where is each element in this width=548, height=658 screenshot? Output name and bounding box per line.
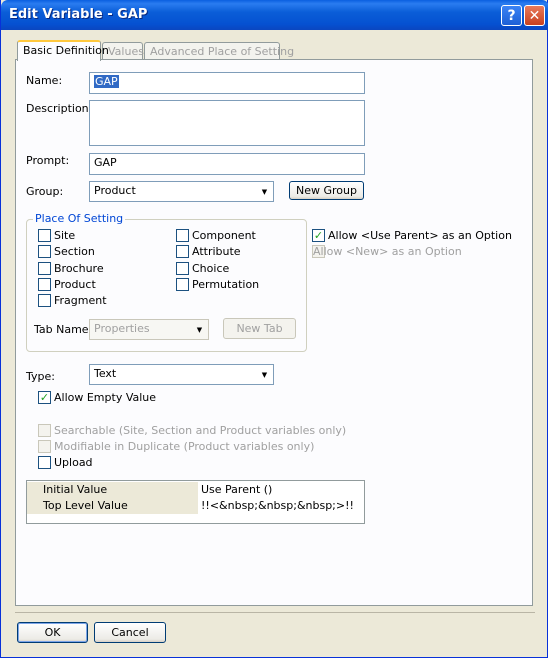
grid-row[interactable]: Initial Value Use Parent (): [27, 482, 364, 498]
tab-basic-definition[interactable]: Basic Definition: [17, 40, 109, 61]
modifiable-checkbox[interactable]: [38, 440, 51, 453]
section-label: Section: [54, 245, 95, 258]
cancel-button[interactable]: Cancel: [94, 622, 166, 643]
name-field[interactable]: GAP: [89, 72, 365, 94]
component-label: Component: [192, 229, 256, 242]
brochure-label: Brochure: [54, 262, 104, 275]
allow-use-parent-checkbox[interactable]: ✓: [312, 229, 325, 242]
type-value: Text: [94, 367, 117, 380]
ok-button[interactable]: OK: [17, 622, 88, 643]
chevron-down-icon[interactable]: ▼: [257, 366, 272, 383]
site-checkbox[interactable]: [38, 229, 51, 242]
help-button[interactable]: ?: [501, 5, 522, 26]
upload-label: Upload: [54, 456, 93, 469]
group-value: Product: [94, 184, 136, 197]
permutation-checkbox[interactable]: [176, 278, 189, 291]
searchable-checkbox[interactable]: [38, 424, 51, 437]
type-dropdown[interactable]: Text ▼: [89, 364, 274, 385]
allow-empty-label: Allow Empty Value: [54, 391, 157, 404]
allow-new-label: Allow <New> as an Option: [313, 245, 462, 258]
attribute-label: Attribute: [192, 245, 241, 258]
tab-name-label: Tab Name:: [34, 323, 93, 336]
chevron-down-icon[interactable]: ▼: [257, 183, 272, 200]
attribute-checkbox[interactable]: [176, 245, 189, 258]
close-button[interactable]: ✕: [524, 5, 545, 26]
permutation-label: Permutation: [192, 278, 260, 291]
new-group-button[interactable]: New Group: [289, 181, 364, 200]
grid-value[interactable]: !!<&nbsp;&nbsp;&nbsp;>!!: [199, 498, 354, 514]
product-label: Product: [54, 278, 96, 291]
chevron-down-icon[interactable]: ▼: [192, 321, 207, 338]
edit-variable-dialog: Edit Variable - GAP ? ✕ Basic Definition…: [0, 0, 548, 658]
group-label: Group:: [26, 185, 64, 198]
window-title: Edit Variable - GAP: [9, 7, 148, 22]
checkmark-icon: ✓: [313, 229, 324, 242]
description-label: Description:: [26, 102, 93, 115]
modifiable-label: Modifiable in Duplicate (Product variabl…: [54, 440, 315, 453]
tab-name-dropdown[interactable]: Properties ▼: [89, 319, 209, 340]
checkmark-icon: ✓: [39, 391, 50, 404]
grid-row[interactable]: Top Level Value !!<&nbsp;&nbsp;&nbsp;>!!: [27, 498, 364, 514]
values-grid: Initial Value Use Parent () Top Level Va…: [26, 480, 365, 524]
searchable-label: Searchable (Site, Section and Product va…: [54, 424, 347, 437]
site-label: Site: [54, 229, 76, 242]
name-label: Name:: [26, 74, 63, 87]
allow-use-parent-label: Allow <Use Parent> as an Option: [328, 229, 512, 242]
type-label: Type:: [26, 370, 55, 383]
prompt-field[interactable]: GAP: [89, 153, 365, 175]
choice-label: Choice: [192, 262, 230, 275]
grid-value[interactable]: Use Parent (): [199, 482, 272, 498]
upload-checkbox[interactable]: [38, 456, 51, 469]
description-field[interactable]: [89, 100, 365, 146]
grid-key: Top Level Value: [27, 498, 198, 514]
tab-advanced-place-of-setting[interactable]: Advanced Place of Setting: [144, 42, 294, 60]
new-tab-button[interactable]: New Tab: [223, 318, 296, 339]
name-value: GAP: [94, 75, 119, 88]
fragment-checkbox[interactable]: [38, 294, 51, 307]
fragment-label: Fragment: [54, 294, 107, 307]
footer-divider: [15, 612, 535, 613]
section-checkbox[interactable]: [38, 245, 51, 258]
title-bar[interactable]: Edit Variable - GAP ? ✕: [1, 0, 548, 30]
product-checkbox[interactable]: [38, 278, 51, 291]
prompt-label: Prompt:: [26, 154, 70, 167]
choice-checkbox[interactable]: [176, 262, 189, 275]
component-checkbox[interactable]: [176, 229, 189, 242]
allow-empty-checkbox[interactable]: ✓: [38, 391, 51, 404]
place-of-setting-title: Place Of Setting: [33, 212, 126, 225]
grid-key: Initial Value: [27, 482, 198, 498]
brochure-checkbox[interactable]: [38, 262, 51, 275]
tab-name-value: Properties: [94, 322, 150, 335]
group-dropdown[interactable]: Product ▼: [89, 181, 274, 202]
